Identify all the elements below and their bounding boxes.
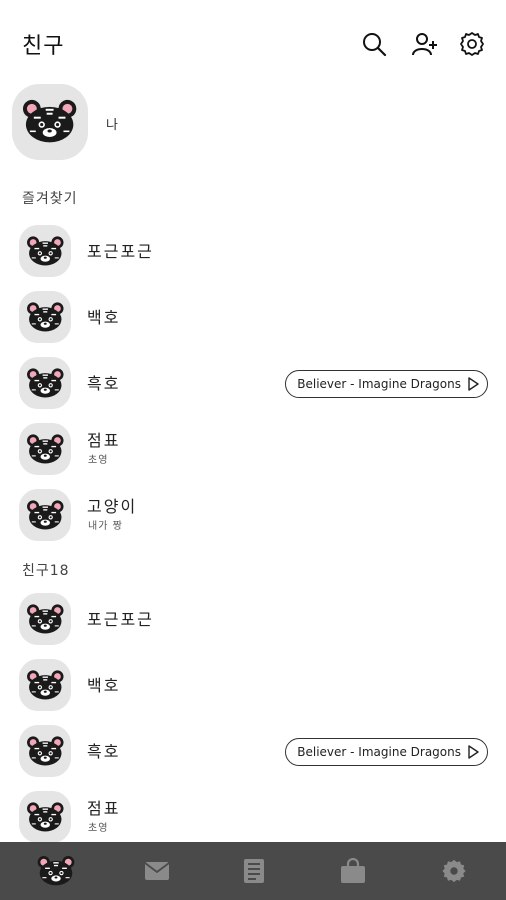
friend-row[interactable]: 포근포근 xyxy=(0,224,506,280)
news-tab-icon[interactable] xyxy=(203,842,304,900)
bottom-tab-bar xyxy=(0,842,506,900)
music-title: Believer - Imagine Dragons xyxy=(297,745,461,759)
tiger-avatar-icon xyxy=(25,665,66,706)
friend-name: 포근포근 xyxy=(87,242,154,261)
favorites-header: 즐겨찾기 xyxy=(22,191,78,207)
friend-name: 흑호 xyxy=(87,742,121,761)
friend-name: 고양이 xyxy=(87,497,138,516)
music-title: Believer - Imagine Dragons xyxy=(297,377,461,391)
friend-row[interactable]: 흑호 Believer - Imagine Dragons xyxy=(0,724,506,780)
avatar[interactable] xyxy=(19,593,71,645)
avatar[interactable] xyxy=(19,225,71,277)
profile-music-button[interactable]: Believer - Imagine Dragons xyxy=(285,738,488,766)
friend-row[interactable]: 점표 초영 xyxy=(0,422,506,478)
tiger-avatar-icon xyxy=(25,797,66,838)
friend-row[interactable]: 백호 xyxy=(0,658,506,714)
tiger-avatar-icon xyxy=(20,92,79,151)
my-name: 나 xyxy=(106,118,118,133)
avatar[interactable] xyxy=(12,84,88,160)
status-message: 초영 xyxy=(88,455,109,466)
status-message: 초영 xyxy=(88,823,109,834)
tiger-avatar-icon xyxy=(25,495,66,536)
friend-row[interactable]: 점표 초영 xyxy=(0,790,506,846)
tiger-avatar-icon xyxy=(25,363,66,404)
tiger-avatar-icon xyxy=(25,731,66,772)
top-bar: 친구 xyxy=(0,0,506,88)
friend-name: 점표 xyxy=(87,431,121,450)
tiger-avatar-icon xyxy=(25,599,66,640)
search-icon[interactable] xyxy=(360,30,388,58)
chats-tab-icon[interactable] xyxy=(106,842,207,900)
tiger-avatar-icon xyxy=(25,429,66,470)
settings-icon[interactable] xyxy=(458,30,486,58)
avatar[interactable] xyxy=(19,423,71,475)
more-settings-icon[interactable] xyxy=(403,842,504,900)
avatar[interactable] xyxy=(19,659,71,711)
friend-row[interactable]: 흑호 Believer - Imagine Dragons xyxy=(0,356,506,412)
avatar[interactable] xyxy=(19,489,71,541)
friend-name: 백호 xyxy=(87,676,121,695)
play-icon xyxy=(467,377,479,391)
friend-row[interactable]: 고양이 내가 짱 xyxy=(0,488,506,544)
friends-tab-icon[interactable] xyxy=(5,842,106,900)
friends-header: 친구18 xyxy=(22,563,70,579)
my-profile[interactable]: 나 xyxy=(0,84,506,160)
friend-row[interactable]: 백호 xyxy=(0,290,506,346)
friend-name: 백호 xyxy=(87,308,121,327)
avatar[interactable] xyxy=(19,357,71,409)
profile-music-button[interactable]: Believer - Imagine Dragons xyxy=(285,370,488,398)
page-title: 친구 xyxy=(22,34,65,59)
avatar[interactable] xyxy=(19,791,71,843)
play-icon xyxy=(467,745,479,759)
add-friend-icon[interactable] xyxy=(411,30,439,58)
status-message: 내가 짱 xyxy=(88,521,123,532)
friend-row[interactable]: 포근포근 xyxy=(0,592,506,648)
avatar[interactable] xyxy=(19,725,71,777)
avatar[interactable] xyxy=(19,291,71,343)
friend-name: 점표 xyxy=(87,799,121,818)
friend-name: 흑호 xyxy=(87,374,121,393)
tiger-avatar-icon xyxy=(25,231,66,272)
tiger-avatar-icon xyxy=(25,297,66,338)
friend-name: 포근포근 xyxy=(87,610,154,629)
shop-tab-icon[interactable] xyxy=(302,842,403,900)
